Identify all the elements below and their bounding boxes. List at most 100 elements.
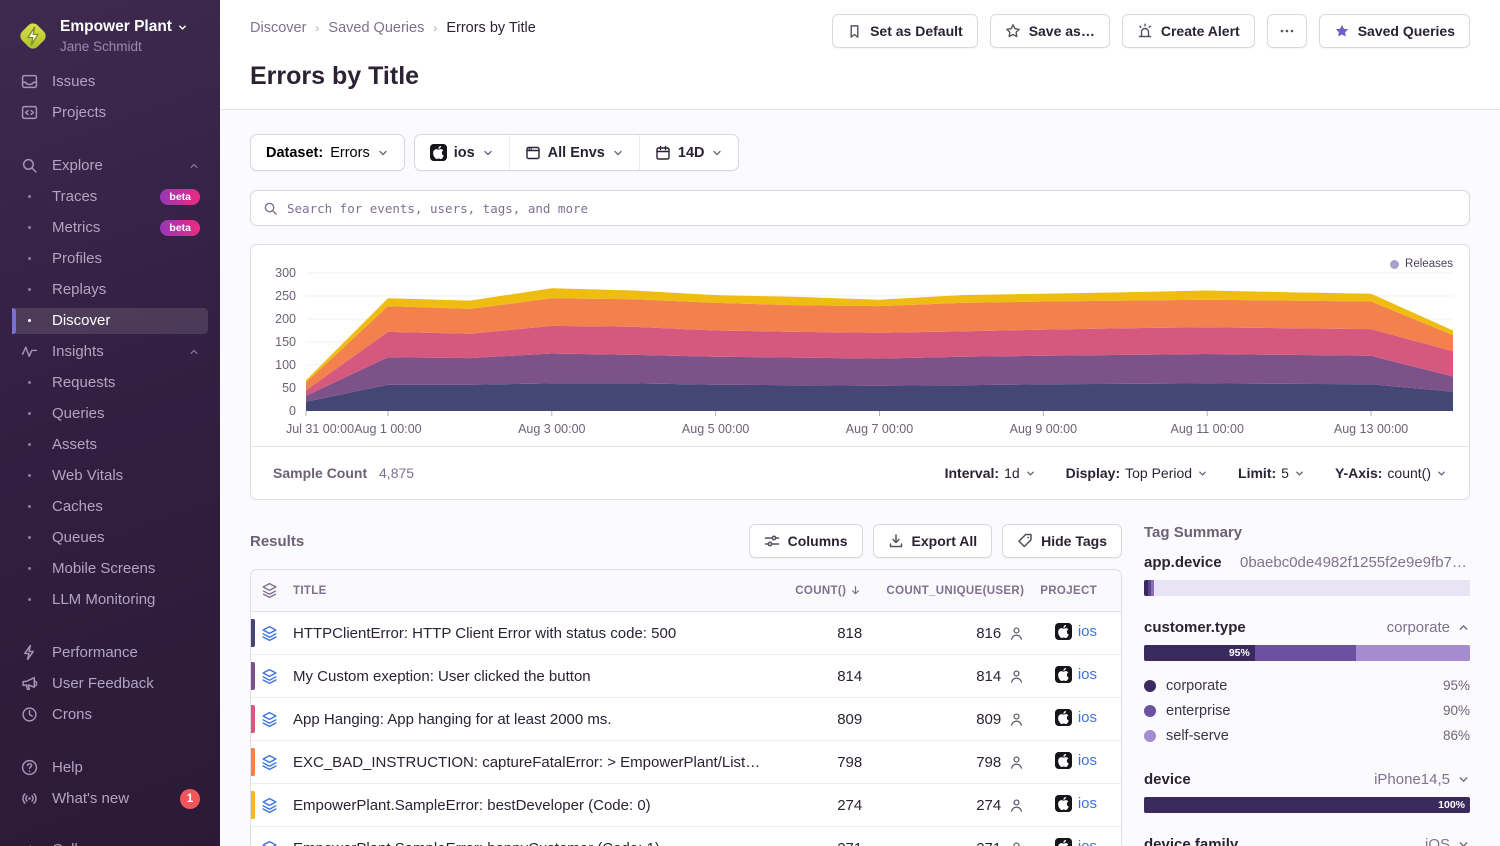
bullet-icon bbox=[20, 474, 38, 477]
sidebar-item-assets[interactable]: Assets bbox=[12, 432, 208, 458]
row-stack-cell[interactable] bbox=[251, 827, 285, 846]
sidebar-item-issues[interactable]: Issues bbox=[12, 69, 208, 95]
display-selector[interactable]: Display:Top Period bbox=[1066, 465, 1208, 481]
columns-button[interactable]: Columns bbox=[749, 524, 863, 558]
row-stack-cell[interactable] bbox=[251, 698, 285, 741]
tag-dot-icon bbox=[1144, 680, 1156, 692]
sidebar-item-projects[interactable]: Projects bbox=[12, 100, 208, 126]
column-header-project[interactable]: PROJECT bbox=[1032, 570, 1121, 612]
sidebar-item-user-feedback[interactable]: User Feedback bbox=[12, 671, 208, 697]
project-filter[interactable]: ios bbox=[415, 135, 509, 170]
sidebar-item-help[interactable]: Help bbox=[12, 755, 208, 781]
chevron-up-icon bbox=[188, 160, 200, 172]
row-stack-cell[interactable] bbox=[251, 741, 285, 784]
tag-section-header[interactable]: deviceiPhone14,5 bbox=[1144, 771, 1470, 788]
sidebar-item-requests[interactable]: Requests bbox=[12, 370, 208, 396]
tag-value-row[interactable]: corporate95% bbox=[1144, 673, 1470, 698]
sidebar-item-web-vitals[interactable]: Web Vitals bbox=[12, 463, 208, 489]
chevron-down-icon bbox=[1025, 468, 1036, 479]
sidebar-item-profiles[interactable]: Profiles bbox=[12, 246, 208, 272]
tag-top-value: corporate bbox=[1387, 619, 1450, 636]
sidebar-item-what-s-new[interactable]: What's new1 bbox=[12, 786, 208, 812]
hide-tags-button[interactable]: Hide Tags bbox=[1002, 524, 1122, 558]
tag-section-header[interactable]: device.familyiOS bbox=[1144, 836, 1470, 846]
error-title[interactable]: My Custom exeption: User clicked the but… bbox=[285, 655, 768, 698]
export-all-button[interactable]: Export All bbox=[873, 524, 993, 558]
tag-value-row[interactable]: self-serve86% bbox=[1144, 723, 1470, 748]
tag-summary-heading: Tag Summary bbox=[1144, 524, 1470, 541]
org-switcher[interactable]: Empower Plant Jane Schmidt bbox=[0, 14, 220, 69]
environment-filter[interactable]: All Envs bbox=[509, 135, 639, 170]
sidebar-item-collapse[interactable]: Collapse bbox=[12, 837, 208, 846]
sidebar-item-crons[interactable]: Crons bbox=[12, 702, 208, 728]
sidebar-item-insights[interactable]: Insights bbox=[12, 339, 208, 365]
sidebar-item-caches[interactable]: Caches bbox=[12, 494, 208, 520]
person-icon bbox=[1009, 798, 1024, 813]
apple-icon bbox=[1055, 838, 1072, 846]
saved-queries-button[interactable]: Saved Queries bbox=[1319, 14, 1470, 48]
sidebar-item-traces[interactable]: Tracesbeta bbox=[12, 184, 208, 210]
error-title[interactable]: App Hanging: App hanging for at least 20… bbox=[285, 698, 768, 741]
column-header-title[interactable]: TITLE bbox=[285, 570, 768, 612]
stack-toggle-header[interactable] bbox=[251, 570, 285, 612]
breadcrumb-saved-queries[interactable]: Saved Queries bbox=[328, 20, 424, 36]
sidebar-item-performance[interactable]: Performance bbox=[12, 640, 208, 666]
chevron-down-icon bbox=[482, 147, 494, 159]
sidebar-item-queries[interactable]: Queries bbox=[12, 401, 208, 427]
project-link[interactable]: ios bbox=[1078, 752, 1097, 769]
row-stack-cell[interactable] bbox=[251, 784, 285, 827]
project-link[interactable]: ios bbox=[1078, 623, 1097, 640]
apple-icon bbox=[1055, 623, 1072, 640]
svg-text:Aug 13 00:00: Aug 13 00:00 bbox=[1334, 422, 1408, 436]
project-link[interactable]: ios bbox=[1078, 666, 1097, 683]
search-input[interactable] bbox=[287, 201, 1457, 216]
more-options-button[interactable] bbox=[1267, 14, 1307, 48]
interval-selector[interactable]: Interval:1d bbox=[945, 465, 1036, 481]
sidebar-item-replays[interactable]: Replays bbox=[12, 277, 208, 303]
tag-top-value: 0baebc0de4982f1255f2e9e9fb7… bbox=[1240, 554, 1467, 571]
tag-section-header[interactable]: app.device0baebc0de4982f1255f2e9e9fb7… bbox=[1144, 554, 1470, 571]
count-unique-value: 798 bbox=[870, 741, 1032, 784]
date-range-filter[interactable]: 14D bbox=[639, 135, 739, 170]
insights-icon bbox=[20, 343, 38, 360]
project-cell: ios bbox=[1032, 741, 1121, 784]
row-stack-cell[interactable] bbox=[251, 612, 285, 655]
breadcrumb-discover[interactable]: Discover bbox=[250, 20, 306, 36]
sidebar-item-queues[interactable]: Queues bbox=[12, 525, 208, 551]
tag-section-header[interactable]: customer.typecorporate bbox=[1144, 619, 1470, 636]
create-alert-button[interactable]: Create Alert bbox=[1122, 14, 1255, 48]
legend-releases[interactable]: Releases bbox=[1390, 258, 1453, 270]
layers-icon bbox=[261, 797, 285, 814]
layers-icon bbox=[261, 668, 285, 685]
project-link[interactable]: ios bbox=[1078, 709, 1097, 726]
project-link[interactable]: ios bbox=[1078, 795, 1097, 812]
limit-selector[interactable]: Limit:5 bbox=[1238, 465, 1305, 481]
bullet-icon bbox=[20, 257, 38, 260]
broadcast-icon bbox=[20, 790, 38, 807]
save-as-button[interactable]: Save as… bbox=[990, 14, 1110, 48]
error-title[interactable]: HTTPClientError: HTTP Client Error with … bbox=[285, 612, 768, 655]
row-stack-cell[interactable] bbox=[251, 655, 285, 698]
error-title[interactable]: EmpowerPlant.SampleError: happyCustomer … bbox=[285, 827, 768, 846]
dataset-selector[interactable]: Dataset: Errors bbox=[250, 134, 405, 171]
sidebar-item-explore[interactable]: Explore bbox=[12, 153, 208, 179]
count-unique-value: 271 bbox=[870, 827, 1032, 846]
error-title[interactable]: EXC_BAD_INSTRUCTION: captureFatalError: … bbox=[285, 741, 768, 784]
yaxis-selector[interactable]: Y-Axis:count() bbox=[1335, 465, 1447, 481]
error-title[interactable]: EmpowerPlant.SampleError: bestDeveloper … bbox=[285, 784, 768, 827]
count-unique-value: 816 bbox=[870, 612, 1032, 655]
column-header-count-unique[interactable]: COUNT_UNIQUE(USER) bbox=[870, 570, 1032, 612]
sidebar-item-metrics[interactable]: Metricsbeta bbox=[12, 215, 208, 241]
releases-dot-icon bbox=[1390, 260, 1399, 269]
series-color-bar bbox=[251, 748, 255, 776]
sidebar-item-discover[interactable]: Discover bbox=[12, 308, 208, 334]
tag-value-row[interactable]: enterprise90% bbox=[1144, 698, 1470, 723]
count-value: 814 bbox=[768, 655, 870, 698]
column-header-count[interactable]: COUNT() bbox=[768, 570, 870, 612]
set-as-default-button[interactable]: Set as Default bbox=[832, 14, 978, 48]
sidebar-item-mobile-screens[interactable]: Mobile Screens bbox=[12, 556, 208, 582]
project-link[interactable]: ios bbox=[1078, 838, 1097, 846]
collapse-label: Collapse bbox=[52, 841, 110, 846]
sidebar-item-llm-monitoring[interactable]: LLM Monitoring bbox=[12, 587, 208, 613]
user-name: Jane Schmidt bbox=[60, 39, 188, 55]
